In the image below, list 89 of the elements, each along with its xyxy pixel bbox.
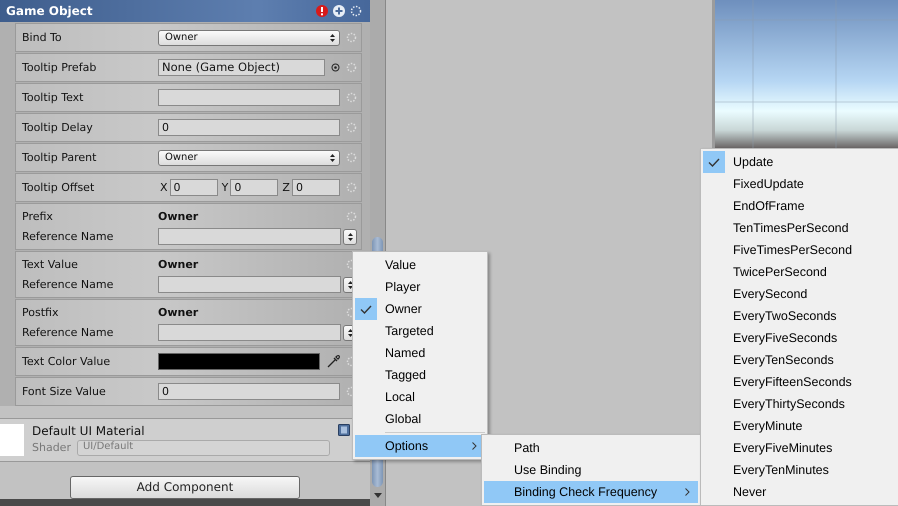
input-field[interactable]: 0 (158, 119, 340, 136)
menu-item[interactable]: Owner (355, 298, 485, 320)
menu-item[interactable]: EveryFiveSeconds (703, 327, 896, 349)
menu-item[interactable]: FixedUpdate (703, 173, 896, 195)
menu-item[interactable]: EveryTenMinutes (703, 459, 896, 481)
binding-value: Owner (158, 210, 200, 224)
field-label: Reference Name (22, 278, 114, 292)
help-book-icon[interactable] (338, 424, 350, 436)
axis-label: Z (282, 181, 290, 194)
menu-item[interactable]: Update (703, 151, 896, 173)
menu-item[interactable]: Named (355, 342, 485, 364)
object-picker-icon[interactable] (331, 63, 340, 72)
eyedropper-icon[interactable] (326, 354, 340, 369)
menu-item[interactable]: Global (355, 408, 485, 430)
axis-label: Y (222, 181, 228, 194)
field-label: Postfix (22, 306, 60, 320)
input-field[interactable] (158, 89, 340, 106)
field-label: Tooltip Offset (22, 181, 96, 194)
object-field[interactable]: None (Game Object) (158, 59, 325, 76)
field-label: Text Color Value (22, 355, 112, 368)
stepper-arrows-icon (330, 154, 335, 162)
input-field[interactable]: 0 (292, 179, 340, 196)
checkmark-icon (360, 304, 372, 314)
menu-item[interactable]: Value (355, 254, 485, 276)
error-icon (316, 5, 328, 18)
material-preview (0, 424, 24, 456)
input-field[interactable]: 0 (230, 179, 278, 196)
menu-item[interactable]: EveryTenSeconds (703, 349, 896, 371)
menu-item[interactable]: Use Binding (484, 459, 698, 481)
menu-item[interactable]: TenTimesPerSecond (703, 217, 896, 239)
field-label: Bind To (22, 31, 63, 44)
stepper-arrows-icon (348, 328, 352, 337)
dotted-circle-icon[interactable] (346, 122, 357, 134)
menu-item[interactable]: EveryThirtySeconds (703, 393, 896, 415)
menu-item[interactable]: Path (484, 437, 698, 459)
field-label: Tooltip Delay (22, 121, 94, 134)
menu-item[interactable]: EveryFiveMinutes (703, 437, 896, 459)
dotted-circle-icon[interactable] (346, 92, 357, 104)
field-label: Tooltip Prefab (22, 61, 98, 74)
menu-item[interactable]: Local (355, 386, 485, 408)
field-label: Prefix (22, 210, 54, 224)
binding-value: Owner (158, 258, 200, 272)
down-arrow-icon[interactable] (374, 493, 382, 498)
stepper-arrows-icon (348, 280, 352, 289)
axis-label: X (160, 181, 168, 194)
dotted-circle-icon[interactable] (346, 182, 357, 194)
chevron-right-icon (472, 442, 477, 450)
menu-item[interactable]: EveryFifteenSeconds (703, 371, 896, 393)
binding-value: Owner (158, 306, 200, 320)
field-label: Reference Name (22, 230, 114, 244)
stepper-arrows-icon (348, 232, 352, 241)
dotted-circle-icon[interactable] (346, 32, 357, 44)
field-label: Reference Name (22, 326, 114, 340)
menu-item[interactable]: Player (355, 276, 485, 298)
menu-item[interactable]: Never (703, 481, 896, 503)
menu-item[interactable]: EveryMinute (703, 415, 896, 437)
menu-item[interactable]: FiveTimesPerSecond (703, 239, 896, 261)
add-component-button[interactable]: Add Component (70, 476, 300, 499)
field-label: Tooltip Parent (22, 151, 98, 164)
field-label: Font Size Value (22, 385, 107, 398)
color-field[interactable] (158, 353, 320, 370)
stepper-arrows-icon (330, 34, 335, 42)
input-field[interactable]: 0 (170, 179, 218, 196)
input-field[interactable] (158, 276, 341, 294)
stepper-button[interactable] (343, 228, 357, 245)
checkmark-icon (708, 158, 720, 166)
menu-item[interactable]: Binding Check Frequency (484, 481, 698, 503)
menu-item[interactable]: TwicePerSecond (703, 261, 896, 283)
menu-item[interactable]: EveryTwoSeconds (703, 305, 896, 327)
input-field[interactable] (158, 324, 341, 342)
dotted-circle-icon[interactable] (346, 152, 357, 164)
input-field[interactable] (158, 228, 341, 246)
plus-circle-icon[interactable] (333, 5, 345, 18)
material-name: Default UI Material (32, 424, 146, 438)
dropdown[interactable]: Owner (158, 150, 340, 166)
component-title: Game Object (6, 4, 94, 18)
field-label: Text Value (22, 258, 79, 272)
field-label: Tooltip Text (22, 91, 84, 104)
dropdown[interactable]: Owner (158, 30, 340, 46)
menu-item[interactable]: EndOfFrame (703, 195, 896, 217)
dotted-circle-icon[interactable] (346, 211, 357, 222)
menu-item[interactable]: EverySecond (703, 283, 896, 305)
menu-item[interactable]: Targeted (355, 320, 485, 342)
shader-label: Shader (32, 441, 71, 454)
input-field[interactable]: 0 (158, 383, 340, 400)
dotted-circle-icon[interactable] (350, 5, 362, 18)
dotted-circle-icon[interactable] (346, 62, 357, 74)
menu-item[interactable]: Tagged (355, 364, 485, 386)
chevron-right-icon (685, 488, 690, 496)
